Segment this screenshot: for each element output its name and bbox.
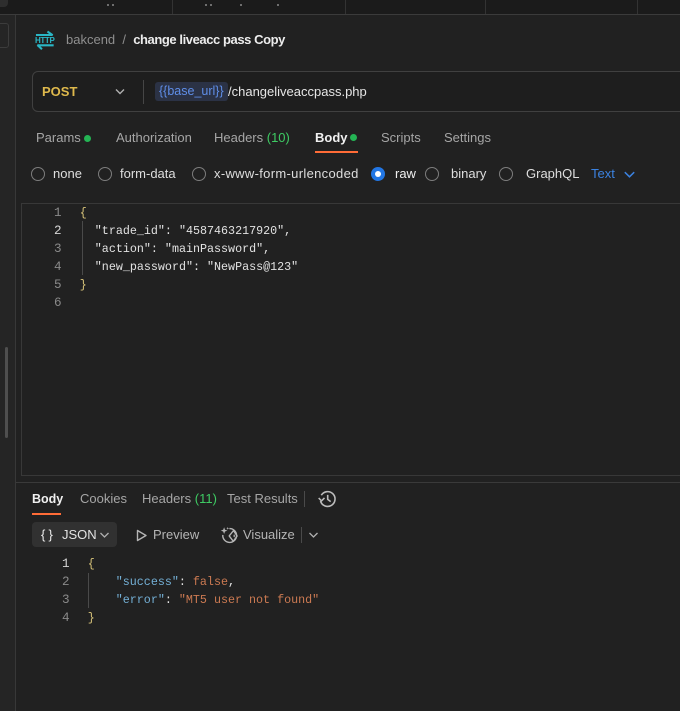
svg-text:HTTP: HTTP <box>35 36 55 45</box>
